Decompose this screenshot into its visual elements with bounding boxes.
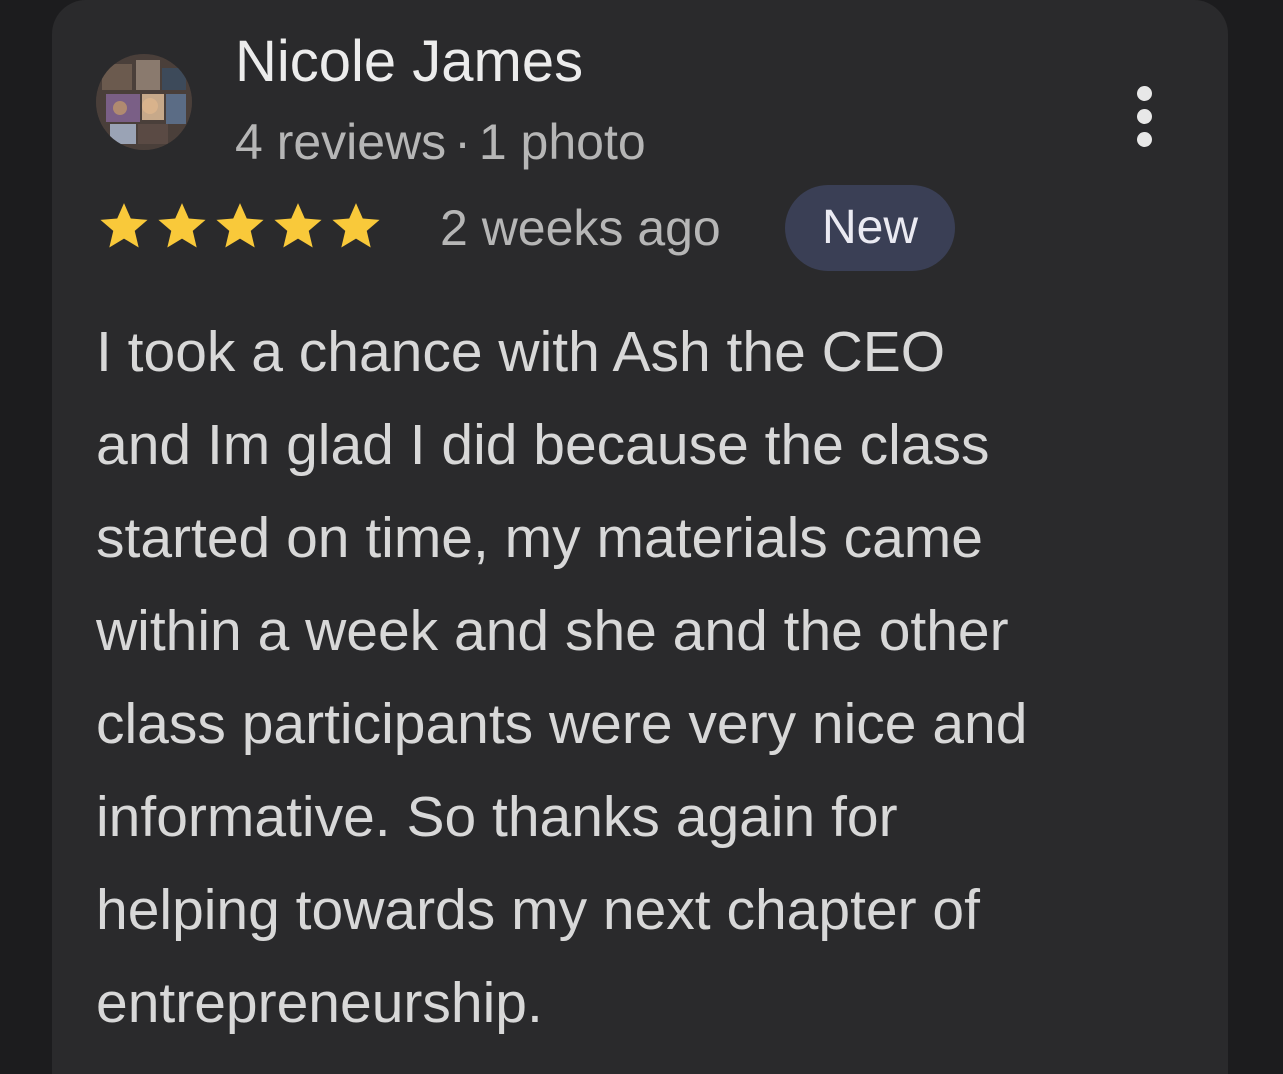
new-badge: New <box>785 185 955 271</box>
more-vert-icon <box>1137 86 1152 101</box>
star-icon <box>216 203 264 248</box>
star-icon <box>332 203 380 248</box>
star-icon <box>274 203 322 248</box>
photos-count: 1 photo <box>478 114 646 170</box>
reviewer-name[interactable]: Nicole James <box>235 28 583 95</box>
more-vert-icon-dot <box>1137 109 1152 124</box>
more-vert-icon-dot <box>1137 132 1152 147</box>
avatar[interactable] <box>96 54 192 150</box>
avatar-photo <box>96 54 192 150</box>
review-text-line: I took a chance with Ash the CEO <box>96 320 946 384</box>
review-text-line: class participants were very nice and <box>96 692 1028 756</box>
review-text: I took a chance with Ash the CEO and Im g… <box>96 306 1196 1050</box>
reviewer-meta: 4 reviews · 1 photo <box>235 113 646 171</box>
star-icon <box>100 203 148 248</box>
star-rating <box>96 198 384 256</box>
review-text-line: entrepreneurship. <box>96 971 543 1035</box>
review-text-line: started on time, my materials came <box>96 506 983 570</box>
reviews-count: 4 reviews <box>235 114 447 170</box>
review-time: 2 weeks ago <box>440 200 721 256</box>
review-text-line: within a week and she and the other <box>96 599 1009 663</box>
more-options-button[interactable] <box>1126 86 1166 148</box>
meta-separator: · <box>454 114 471 170</box>
review-text-line: and Im glad I did because the class <box>96 413 990 477</box>
review-text-line: helping towards my next chapter of <box>96 878 980 942</box>
star-icon <box>158 203 206 248</box>
review-text-line: informative. So thanks again for <box>96 785 898 849</box>
